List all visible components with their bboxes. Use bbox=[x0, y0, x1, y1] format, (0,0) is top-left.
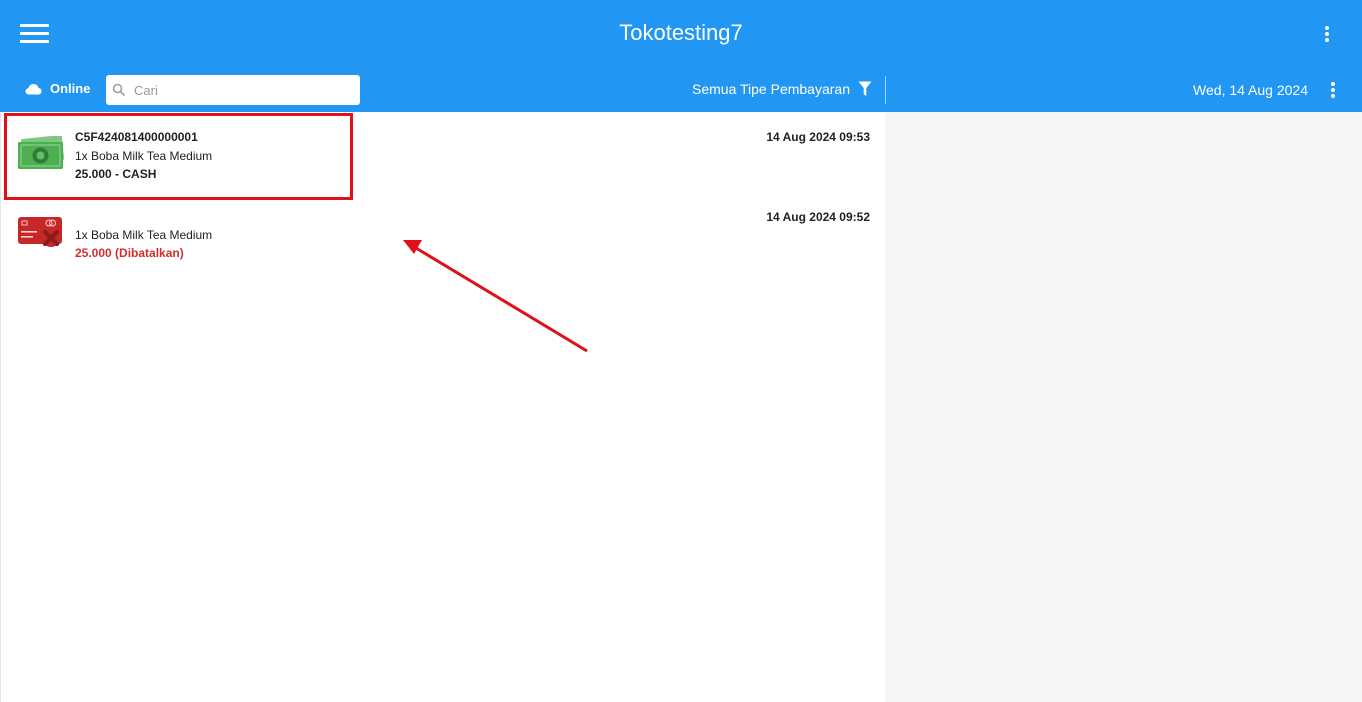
payment-filter-label: Semua Tipe Pembayaran bbox=[692, 81, 850, 97]
filter-icon bbox=[858, 81, 872, 96]
payment-type-filter[interactable]: Semua Tipe Pembayaran bbox=[692, 81, 872, 97]
transaction-detail-pane bbox=[885, 112, 1362, 702]
cloud-icon bbox=[25, 83, 42, 94]
hamburger-menu-icon[interactable] bbox=[20, 22, 50, 46]
transaction-item[interactable]: 1x Boba Milk Tea Medium 25.000 (Dibatalk… bbox=[1, 192, 886, 272]
more-options-icon[interactable] bbox=[1322, 24, 1332, 44]
online-status: Online bbox=[25, 81, 90, 96]
search-box[interactable] bbox=[106, 75, 360, 105]
status-label: Online bbox=[50, 81, 91, 96]
store-title: Tokotesting7 bbox=[619, 20, 743, 45]
transaction-time: 14 Aug 2024 09:53 bbox=[766, 130, 870, 144]
cancelled-card-icon bbox=[18, 217, 62, 247]
transaction-item[interactable]: C5F424081400000001 1x Boba Milk Tea Medi… bbox=[1, 112, 886, 192]
toolbar-divider bbox=[885, 76, 886, 104]
transaction-item-summary: 1x Boba Milk Tea Medium bbox=[75, 228, 213, 242]
cash-icon bbox=[18, 136, 64, 169]
transaction-item-summary: 1x Boba Milk Tea Medium bbox=[75, 149, 213, 163]
app-bar: Tokotesting7 Online Semua Tipe Pembayara… bbox=[0, 0, 1362, 112]
transaction-list: C5F424081400000001 1x Boba Milk Tea Medi… bbox=[0, 112, 885, 702]
transaction-id: C5F424081400000001 bbox=[75, 130, 198, 144]
transaction-total-cancelled: 25.000 (Dibatalkan) bbox=[75, 246, 184, 260]
date-label: Wed, 14 Aug 2024 bbox=[1193, 82, 1308, 98]
transaction-time: 14 Aug 2024 09:52 bbox=[766, 210, 870, 224]
search-input[interactable] bbox=[134, 82, 334, 98]
transaction-total: 25.000 - CASH bbox=[75, 167, 157, 181]
search-icon bbox=[112, 83, 126, 97]
date-options-icon[interactable] bbox=[1328, 80, 1338, 100]
